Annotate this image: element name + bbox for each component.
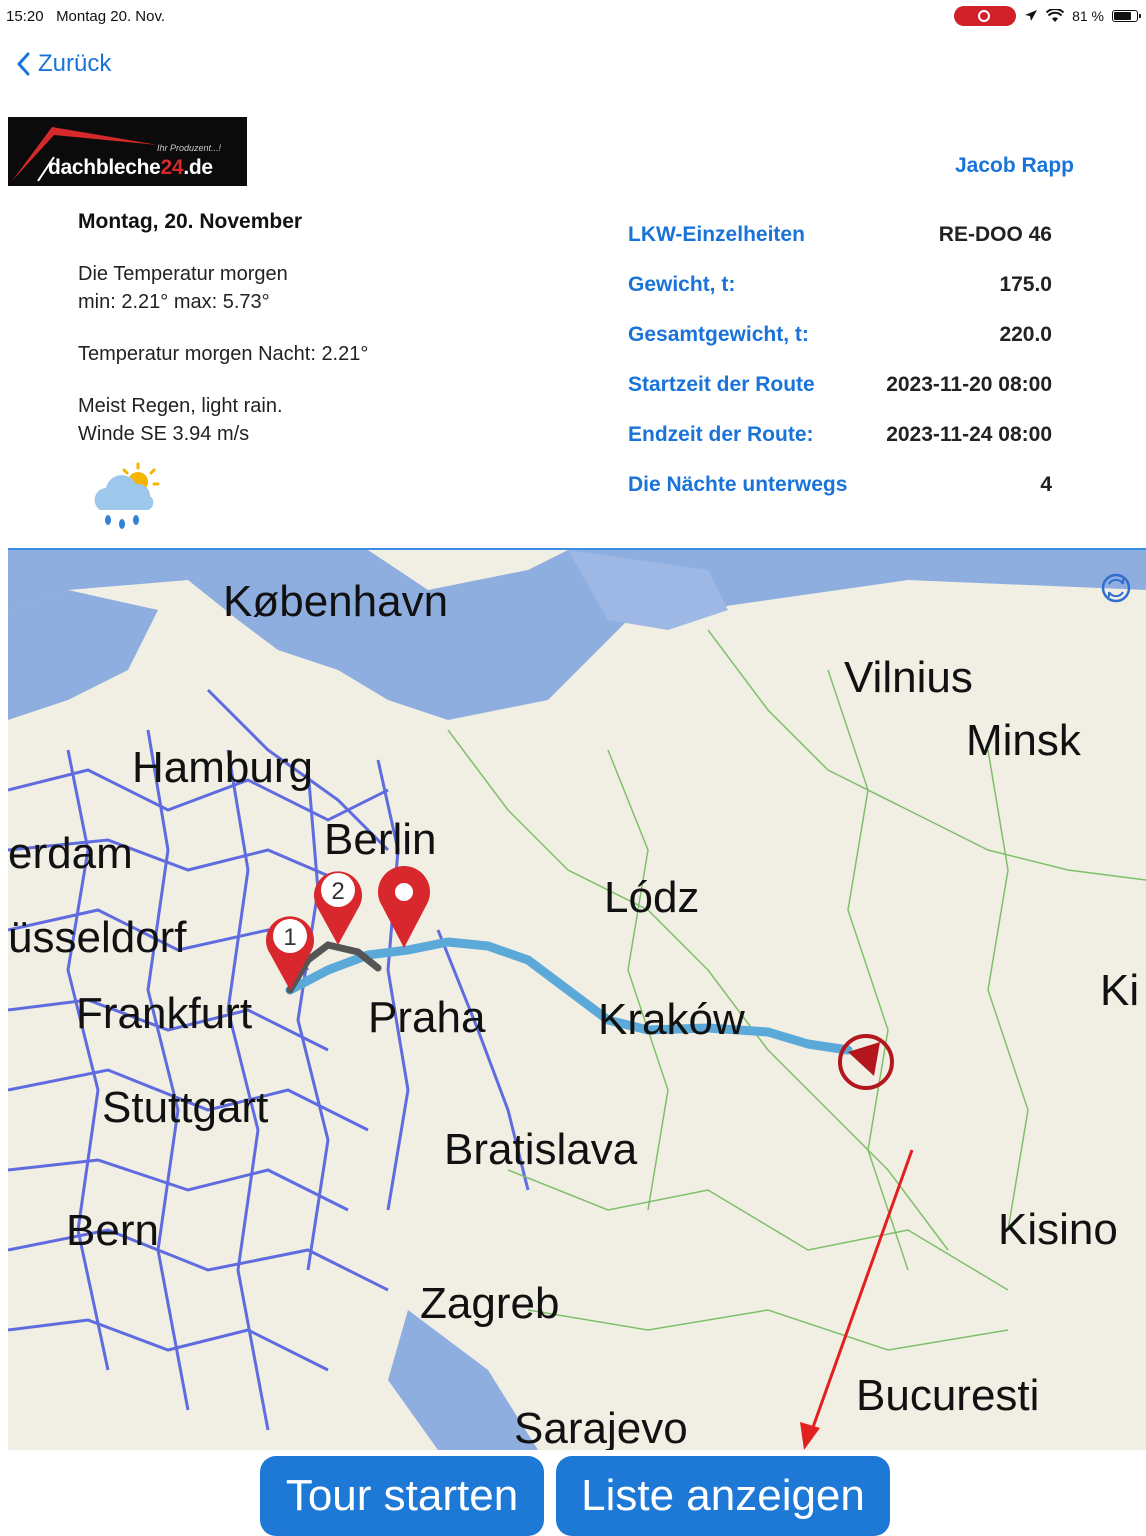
marker-label: 2 bbox=[331, 878, 344, 905]
detail-label: Endzeit der Route: bbox=[628, 423, 814, 446]
city-label: Bratislava bbox=[444, 1125, 638, 1174]
detail-value: 175.0 bbox=[999, 273, 1052, 296]
screen-recording-icon[interactable] bbox=[954, 6, 1017, 26]
rain-cloud-sun-icon bbox=[94, 462, 160, 529]
weather-date: Montag, 20. November bbox=[78, 210, 303, 233]
city-label: Berlin bbox=[324, 815, 437, 864]
city-label: Zagreb bbox=[420, 1279, 559, 1328]
chevron-left-icon bbox=[17, 52, 30, 76]
route-map[interactable]: København Vilnius Minsk Hamburg Berlin e… bbox=[8, 548, 1146, 1450]
location-icon bbox=[1025, 10, 1038, 21]
tour-start-button[interactable]: Tour starten bbox=[260, 1456, 544, 1536]
battery-percent: 81 % bbox=[1072, 8, 1104, 24]
battery-icon bbox=[1112, 10, 1141, 22]
city-label: Lódz bbox=[604, 873, 699, 922]
city-label: Bern bbox=[66, 1206, 159, 1255]
detail-value: 2023-11-20 08:00 bbox=[886, 373, 1052, 396]
temp-tomorrow-line1: Die Temperatur morgen bbox=[78, 263, 288, 285]
city-label: Hamburg bbox=[132, 743, 313, 792]
city-label: üsseldorf bbox=[8, 913, 187, 962]
status-time: 15:20 bbox=[6, 8, 44, 25]
status-time-date: 15:20 Montag 20. Nov. bbox=[6, 8, 165, 25]
city-label: Ki bbox=[1100, 966, 1139, 1015]
wifi-icon bbox=[1046, 9, 1065, 22]
company-logo: Ihr Produzent...! dachbleche24.de bbox=[8, 117, 247, 186]
back-label: Zurück bbox=[38, 50, 112, 77]
detail-value: RE-DOO 46 bbox=[938, 223, 1052, 246]
detail-label: Startzeit der Route bbox=[628, 373, 815, 396]
logo-tagline: Ihr Produzent...! bbox=[156, 143, 221, 153]
status-date: Montag 20. Nov. bbox=[56, 8, 166, 25]
detail-value: 220.0 bbox=[999, 323, 1052, 346]
marker-label: 1 bbox=[283, 924, 296, 951]
user-name-link[interactable]: Jacob Rapp bbox=[955, 154, 1074, 178]
detail-label: Gesamtgewicht, t: bbox=[628, 323, 809, 346]
city-label: København bbox=[223, 577, 448, 626]
city-label: Kraków bbox=[598, 995, 745, 1044]
detail-label: Die Nächte unterwegs bbox=[628, 473, 848, 496]
detail-value: 4 bbox=[1040, 473, 1052, 496]
temp-night: Temperatur morgen Nacht: 2.21° bbox=[78, 343, 369, 365]
back-button[interactable]: Zurück bbox=[16, 50, 111, 78]
logo-text: dachbleche24.de bbox=[48, 156, 213, 179]
condition-line1: Meist Regen, light rain. bbox=[78, 395, 283, 417]
city-label: Praha bbox=[368, 993, 486, 1042]
status-indicators: 81 % bbox=[954, 6, 1141, 26]
city-label: Vilnius bbox=[844, 653, 973, 702]
temp-tomorrow-line2: min: 2.21° max: 5.73° bbox=[78, 291, 270, 313]
detail-value: 2023-11-24 08:00 bbox=[886, 423, 1052, 446]
city-label: Bucuresti bbox=[856, 1371, 1039, 1420]
show-list-button[interactable]: Liste anzeigen bbox=[556, 1456, 890, 1536]
detail-label: Gewicht, t: bbox=[628, 273, 736, 296]
city-label: Frankfurt bbox=[76, 989, 252, 1038]
city-label: Sarajevo bbox=[514, 1404, 688, 1450]
condition-line2: Winde SE 3.94 m/s bbox=[78, 423, 250, 445]
city-label: Stuttgart bbox=[102, 1083, 268, 1132]
detail-label: LKW-Einzelheiten bbox=[628, 223, 805, 246]
city-label: Minsk bbox=[966, 716, 1082, 765]
city-label: Kisino bbox=[998, 1205, 1118, 1254]
city-label: erdam bbox=[8, 829, 133, 878]
